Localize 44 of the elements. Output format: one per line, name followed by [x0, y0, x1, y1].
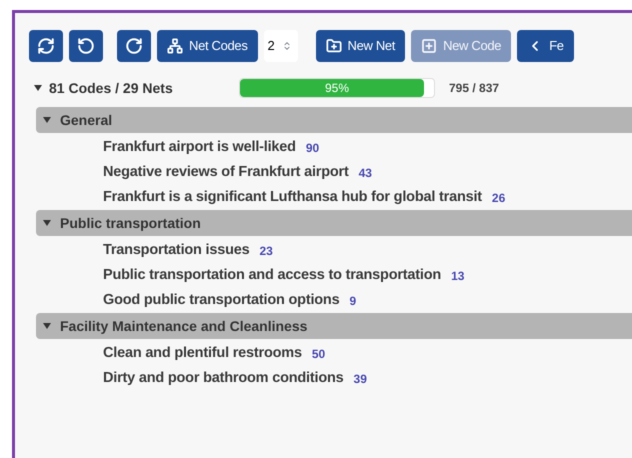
caret-down-icon[interactable] — [42, 219, 52, 227]
toolbar-button[interactable]: Fe — [517, 30, 574, 62]
icon-button[interactable] — [69, 30, 103, 62]
group-header[interactable]: Public transportation — [36, 210, 632, 236]
caret-down-icon[interactable] — [42, 116, 52, 124]
code-count: 43 — [358, 164, 372, 182]
code-count: 26 — [492, 190, 506, 206]
code-label[interactable]: Frankfurt is a significant Lufthansa hub for global transit — [103, 186, 482, 208]
group-header[interactable]: Facility Maintenance and Cleanliness — [36, 313, 632, 339]
code-count: 39 — [354, 370, 367, 388]
code-label[interactable]: Negative reviews of Frankfurt airport — [103, 162, 349, 184]
group-name: General — [60, 110, 112, 130]
undo-icon — [77, 37, 95, 55]
code-label[interactable]: Good public transportation options — [103, 290, 340, 312]
code-count: 50 — [312, 346, 326, 362]
number-input[interactable]: 2 — [268, 36, 280, 56]
toolbar-button[interactable]: Net Codes — [157, 30, 258, 62]
summary-label: 81 Codes / 29 Nets — [49, 78, 174, 98]
code-count: 23 — [259, 242, 273, 260]
toolbar-button[interactable]: New Net — [316, 30, 406, 62]
plus-icon — [421, 38, 438, 54]
group-name: Public transportation — [60, 214, 201, 233]
code-label[interactable]: Public transportation and access to transportation — [103, 264, 442, 286]
refresh-icon — [37, 37, 55, 55]
caret-down-icon[interactable] — [42, 322, 52, 330]
tree-icon — [167, 38, 183, 54]
code-count: 90 — [306, 140, 320, 156]
progress-count: 795 / 837 — [449, 80, 500, 97]
group-name: Facility Maintenance and Cleanliness — [60, 316, 308, 336]
number-field[interactable]: 2 — [264, 30, 298, 62]
code-label[interactable]: Transportation issues — [103, 240, 250, 262]
group-header[interactable]: General — [36, 107, 632, 133]
folder-plus-icon — [326, 38, 342, 54]
icon-button[interactable] — [29, 30, 63, 62]
progress-percent: 95% — [324, 80, 350, 97]
code-label[interactable]: Frankfurt airport is well-liked — [103, 136, 296, 158]
caret-down-icon[interactable] — [33, 84, 43, 92]
code-count: 13 — [451, 268, 464, 284]
spinner-icon[interactable] — [282, 41, 292, 51]
redo-icon — [125, 37, 143, 55]
code-count: 9 — [349, 292, 356, 310]
code-label[interactable]: Dirty and poor bathroom conditions — [103, 368, 344, 390]
code-label[interactable]: Clean and plentiful restrooms — [103, 342, 302, 364]
icon-button[interactable] — [117, 30, 151, 62]
